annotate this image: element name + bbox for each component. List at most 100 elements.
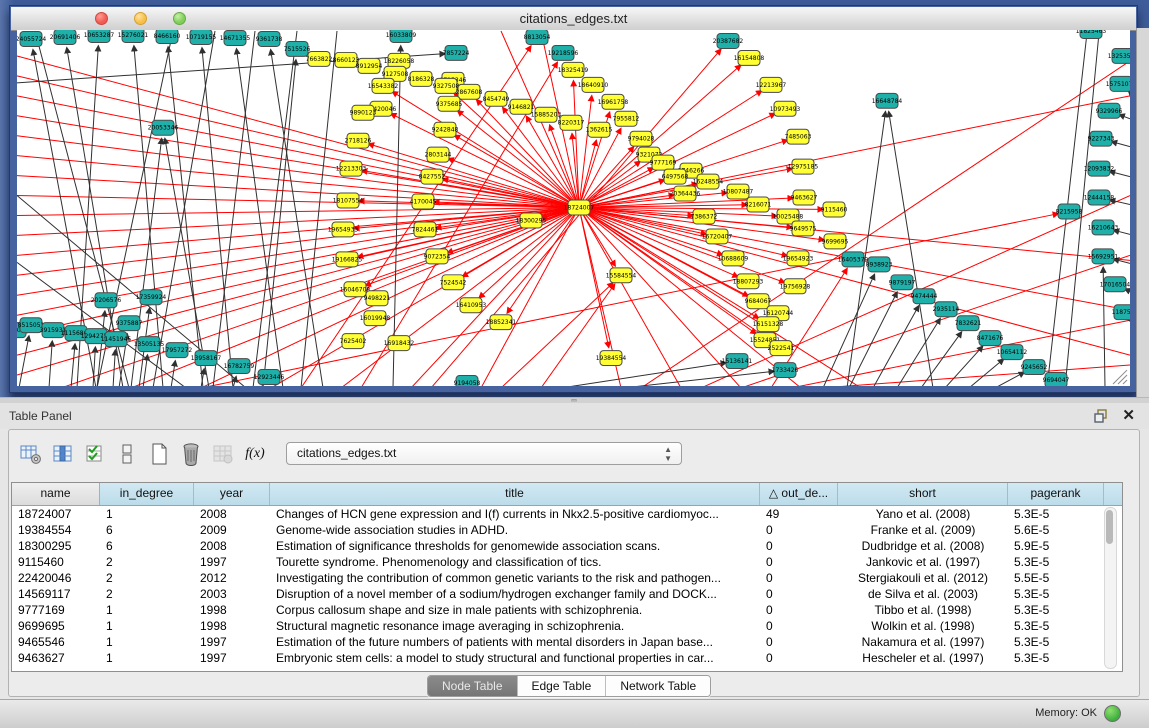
graph-node-9194058[interactable]: 9194058: [454, 376, 481, 386]
table-cell[interactable]: 0: [760, 602, 838, 618]
graph-node-19166825[interactable]: 19166825: [332, 252, 363, 267]
graph-node-19218596[interactable]: 19218596: [548, 45, 579, 60]
table-cell[interactable]: 1: [100, 634, 194, 650]
graph-node-17957272[interactable]: 17957272: [162, 343, 193, 358]
graph-node-8220317[interactable]: 8220317: [558, 115, 585, 130]
graph-node-8454749[interactable]: 8454749: [483, 91, 510, 106]
graph-node-16782759[interactable]: 16782759: [224, 359, 255, 374]
table-cell[interactable]: 2: [100, 586, 194, 602]
graph-edge[interactable]: [19, 336, 29, 386]
graph-node-9699695[interactable]: 9699695: [822, 234, 849, 249]
graph-node-10654112[interactable]: 10654112: [997, 345, 1028, 360]
graph-node-24055724[interactable]: 24055724: [17, 31, 46, 46]
table-cell[interactable]: Estimation of the future numbers of pati…: [270, 634, 760, 650]
graph-node-15692951[interactable]: 15692951: [1088, 249, 1119, 264]
memory-status-indicator[interactable]: [1104, 705, 1121, 722]
graph-node-1362615[interactable]: 1362615: [586, 122, 613, 137]
column-header-title[interactable]: title: [270, 483, 760, 505]
delete-column-icon[interactable]: [177, 440, 205, 468]
graph-edge[interactable]: [579, 208, 615, 266]
graph-edge[interactable]: [365, 208, 579, 286]
table-cell[interactable]: Investigating the contribution of common…: [270, 570, 760, 586]
table-cell[interactable]: 2: [100, 554, 194, 570]
graph-node-16033809[interactable]: 16033809: [386, 30, 417, 42]
graph-node-7625402[interactable]: 7625402: [340, 334, 367, 349]
graph-node-17359924[interactable]: 17359924: [136, 290, 167, 305]
graph-edge[interactable]: [573, 81, 579, 208]
scrollbar-thumb[interactable]: [1106, 510, 1113, 544]
table-cell[interactable]: Tourette syndrome. Phenomenology and cla…: [270, 554, 760, 570]
graph-node-15136141[interactable]: 15136141: [722, 354, 753, 369]
table-cell[interactable]: 2009: [194, 522, 270, 538]
table-cell[interactable]: Tibbo et al. (1998): [838, 602, 1008, 618]
table-cell[interactable]: 1997: [194, 650, 270, 666]
graph-node-8471676[interactable]: 8471676: [977, 331, 1004, 346]
table-settings-icon[interactable]: [17, 440, 45, 468]
table-cell[interactable]: 5.3E-5: [1008, 554, 1104, 570]
table-cell[interactable]: 6: [100, 538, 194, 554]
table-cell[interactable]: 6: [100, 522, 194, 538]
table-cell[interactable]: 14569117: [12, 586, 100, 602]
graph-node-2935114[interactable]: 2935114: [933, 302, 960, 317]
table-cell[interactable]: Genome-wide association studies in ADHD.: [270, 522, 760, 538]
table-cell[interactable]: 1: [100, 506, 194, 522]
table-selector-dropdown[interactable]: citations_edges.txt ▲▼: [286, 442, 682, 465]
window-titlebar[interactable]: citations_edges.txt: [11, 7, 1136, 31]
graph-node-7832621[interactable]: 7832621: [955, 316, 982, 331]
graph-node-10973493[interactable]: 10973493: [770, 101, 801, 116]
table-cell[interactable]: 0: [760, 538, 838, 554]
table-cell[interactable]: 2003: [194, 586, 270, 602]
table-cell[interactable]: 5.6E-5: [1008, 522, 1104, 538]
graph-node-2522541[interactable]: 2522541: [768, 341, 795, 356]
float-panel-icon[interactable]: [1093, 408, 1109, 424]
table-cell[interactable]: 49: [760, 506, 838, 522]
graph-edge[interactable]: [71, 344, 75, 386]
function-builder-icon[interactable]: f(x): [241, 440, 269, 468]
table-cell[interactable]: 0: [760, 634, 838, 650]
graph-node-9649575[interactable]: 9649575: [790, 221, 817, 236]
graph-node-18724007[interactable]: 18724007: [564, 200, 595, 215]
select-all-icon[interactable]: [81, 440, 109, 468]
column-header-out_de[interactable]: △ out_de...: [760, 483, 838, 505]
graph-node-19756928[interactable]: 19756928: [780, 279, 811, 294]
graph-node-8938923[interactable]: 8938923: [866, 257, 893, 272]
table-cell[interactable]: Changes of HCN gene expression and I(f) …: [270, 506, 760, 522]
graph-edge[interactable]: [969, 359, 1004, 386]
graph-node-20387682[interactable]: 20387682: [713, 33, 744, 48]
table-cell[interactable]: Wolkin et al. (1998): [838, 618, 1008, 634]
graph-node-9361738[interactable]: 9361738: [256, 31, 283, 46]
resize-grip[interactable]: [1113, 370, 1127, 384]
graph-node-9498221[interactable]: 9498221: [364, 291, 391, 306]
graph-node-11451945[interactable]: 11451945: [101, 332, 132, 347]
graph-node-9463627[interactable]: 9463627: [791, 190, 818, 205]
table-cell[interactable]: 5.9E-5: [1008, 538, 1104, 554]
graph-node-6497568[interactable]: 6497568: [662, 169, 689, 184]
table-cell[interactable]: 1998: [194, 618, 270, 634]
graph-node-10719155[interactable]: 10719155: [186, 30, 217, 44]
graph-node-19384554[interactable]: 19384554: [596, 351, 627, 366]
graph-node-9879197[interactable]: 9879197: [889, 275, 916, 290]
table-cell[interactable]: 2008: [194, 538, 270, 554]
new-column-icon[interactable]: [145, 440, 173, 468]
graph-node-20364436[interactable]: 20364436: [670, 186, 701, 201]
table-cell[interactable]: 0: [760, 522, 838, 538]
table-cell[interactable]: Disruption of a novel member of a sodium…: [270, 586, 760, 602]
graph-edge[interactable]: [168, 47, 203, 386]
table-cell[interactable]: Dudbridge et al. (2008): [838, 538, 1008, 554]
graph-node-7663822[interactable]: 7663822: [306, 51, 333, 66]
table-cell[interactable]: 9463627: [12, 650, 100, 666]
delete-table-icon[interactable]: [209, 440, 237, 468]
graph-edge[interactable]: [202, 48, 233, 386]
unselect-rows-icon[interactable]: [113, 440, 141, 468]
graph-node-13253560[interactable]: 13253560: [1108, 48, 1130, 63]
graph-node-7955812[interactable]: 7955812: [613, 111, 640, 126]
graph-node-15276021[interactable]: 15276021: [118, 30, 149, 42]
graph-edge[interactable]: [17, 136, 579, 208]
table-cell[interactable]: 0: [760, 650, 838, 666]
graph-node-8427552[interactable]: 8427552: [419, 169, 446, 184]
graph-node-9115460[interactable]: 9115460: [821, 202, 848, 217]
graph-node-15584554[interactable]: 15584554: [606, 268, 637, 283]
graph-node-8813054[interactable]: 8813054: [524, 30, 551, 44]
table-cell[interactable]: 2008: [194, 506, 270, 522]
table-cell[interactable]: 1997: [194, 554, 270, 570]
